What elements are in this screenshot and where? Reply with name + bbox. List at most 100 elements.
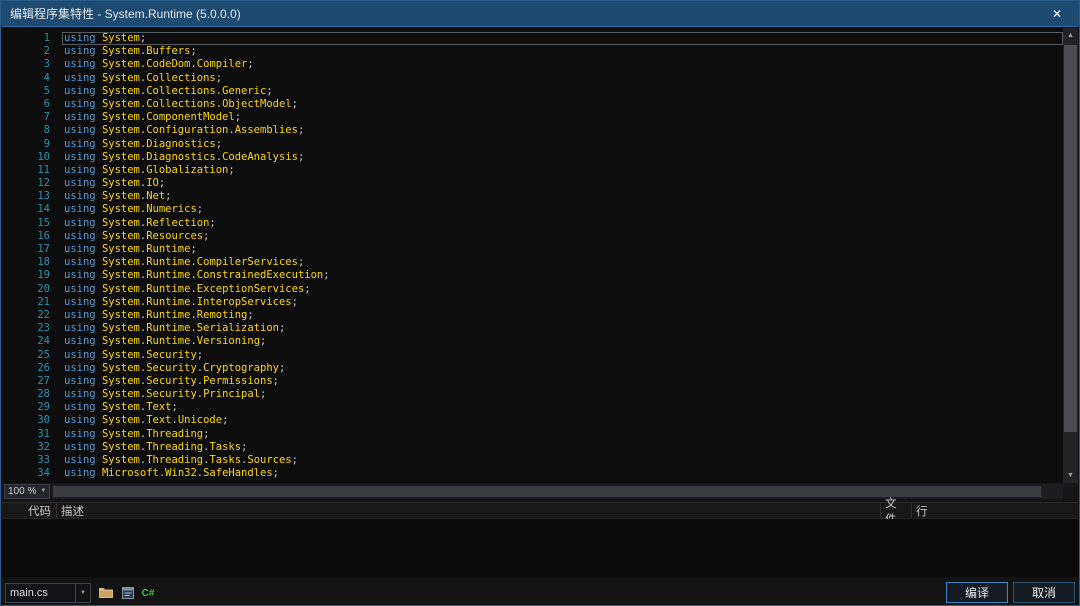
code-line-text[interactable]: using System.Runtime.InteropServices;: [62, 296, 1063, 309]
code-lines[interactable]: 1using System;2using System.Buffers;3usi…: [2, 28, 1063, 483]
chevron-down-icon[interactable]: ▼: [38, 488, 49, 494]
code-line[interactable]: 34using Microsoft.Win32.SafeHandles;: [2, 467, 1063, 480]
close-icon[interactable]: ✕: [1035, 1, 1079, 26]
code-line[interactable]: 19using System.Runtime.ConstrainedExecut…: [2, 269, 1063, 282]
code-line-text[interactable]: using System.Buffers;: [62, 45, 1063, 58]
code-line[interactable]: 16using System.Resources;: [2, 230, 1063, 243]
line-number: 25: [2, 349, 62, 362]
chevron-down-icon[interactable]: ▼: [75, 584, 90, 602]
line-number: 20: [2, 283, 62, 296]
line-number: 17: [2, 243, 62, 256]
code-line[interactable]: 29using System.Text;: [2, 401, 1063, 414]
vertical-scrollbar-track[interactable]: [1063, 43, 1078, 468]
code-line-text[interactable]: using System.Text;: [62, 401, 1063, 414]
document-icon[interactable]: [120, 585, 136, 601]
code-line-text[interactable]: using System.Threading;: [62, 428, 1063, 441]
cancel-button[interactable]: 取消: [1013, 582, 1075, 603]
code-line[interactable]: 17using System.Runtime;: [2, 243, 1063, 256]
line-number: 19: [2, 269, 62, 282]
code-line[interactable]: 32using System.Threading.Tasks;: [2, 441, 1063, 454]
code-line-text[interactable]: using System.Diagnostics.CodeAnalysis;: [62, 151, 1063, 164]
code-line[interactable]: 1using System;: [2, 32, 1063, 45]
code-line-text[interactable]: using System.Runtime.Remoting;: [62, 309, 1063, 322]
code-line-text[interactable]: using System.ComponentModel;: [62, 111, 1063, 124]
code-line-text[interactable]: using System.Runtime.Serialization;: [62, 322, 1063, 335]
code-line-text[interactable]: using System.Collections;: [62, 72, 1063, 85]
code-line-text[interactable]: using System.Threading.Tasks;: [62, 441, 1063, 454]
code-line-text[interactable]: using System.Runtime;: [62, 243, 1063, 256]
code-line[interactable]: 22using System.Runtime.Remoting;: [2, 309, 1063, 322]
code-line[interactable]: 21using System.Runtime.InteropServices;: [2, 296, 1063, 309]
code-line[interactable]: 7using System.ComponentModel;: [2, 111, 1063, 124]
compile-button[interactable]: 编译: [946, 582, 1008, 603]
titlebar[interactable]: 编辑程序集特性 - System.Runtime (5.0.0.0): [1, 1, 1079, 26]
error-list-body[interactable]: [2, 519, 1078, 577]
code-line-text[interactable]: using System.Runtime.ConstrainedExecutio…: [62, 269, 1063, 282]
line-number: 6: [2, 98, 62, 111]
code-line[interactable]: 31using System.Threading;: [2, 428, 1063, 441]
code-line-text[interactable]: using System;: [62, 32, 1063, 45]
code-line[interactable]: 30using System.Text.Unicode;: [2, 414, 1063, 427]
code-line[interactable]: 24using System.Runtime.Versioning;: [2, 335, 1063, 348]
code-line-text[interactable]: using System.Globalization;: [62, 164, 1063, 177]
code-line-text[interactable]: using Microsoft.Win32.SafeHandles;: [62, 467, 1063, 480]
code-editor[interactable]: 1using System;2using System.Buffers;3usi…: [2, 26, 1078, 483]
code-line[interactable]: 9using System.Diagnostics;: [2, 138, 1063, 151]
code-line[interactable]: 18using System.Runtime.CompilerServices;: [2, 256, 1063, 269]
code-line-text[interactable]: using System.Runtime.Versioning;: [62, 335, 1063, 348]
column-header-description[interactable]: 描述: [57, 503, 880, 519]
code-line-text[interactable]: using System.Runtime.ExceptionServices;: [62, 283, 1063, 296]
code-line[interactable]: 23using System.Runtime.Serialization;: [2, 322, 1063, 335]
code-line[interactable]: 27using System.Security.Permissions;: [2, 375, 1063, 388]
code-line-text[interactable]: using System.Collections.Generic;: [62, 85, 1063, 98]
code-line-text[interactable]: using System.Security.Cryptography;: [62, 362, 1063, 375]
code-line[interactable]: 20using System.Runtime.ExceptionServices…: [2, 283, 1063, 296]
code-line[interactable]: 14using System.Numerics;: [2, 203, 1063, 216]
line-number: 15: [2, 217, 62, 230]
scroll-up-icon[interactable]: ▲: [1063, 28, 1078, 43]
code-line[interactable]: 26using System.Security.Cryptography;: [2, 362, 1063, 375]
code-line-text[interactable]: using System.Threading.Tasks.Sources;: [62, 454, 1063, 467]
code-line-text[interactable]: using System.Collections.ObjectModel;: [62, 98, 1063, 111]
csharp-icon[interactable]: C#: [140, 585, 156, 601]
vertical-scrollbar-thumb[interactable]: [1064, 45, 1077, 432]
code-line-text[interactable]: using System.Security.Permissions;: [62, 375, 1063, 388]
code-line-text[interactable]: using System.Numerics;: [62, 203, 1063, 216]
code-line-text[interactable]: using System.Text.Unicode;: [62, 414, 1063, 427]
code-line-text[interactable]: using System.Reflection;: [62, 217, 1063, 230]
code-line-text[interactable]: using System.Resources;: [62, 230, 1063, 243]
code-line-text[interactable]: using System.Net;: [62, 190, 1063, 203]
file-select[interactable]: main.cs ▼: [5, 583, 91, 603]
code-line-text[interactable]: using System.Runtime.CompilerServices;: [62, 256, 1063, 269]
column-header-code[interactable]: 代码: [24, 503, 56, 519]
code-line[interactable]: 5using System.Collections.Generic;: [2, 85, 1063, 98]
line-number: 27: [2, 375, 62, 388]
vertical-scrollbar[interactable]: ▲ ▼: [1063, 28, 1078, 483]
code-line[interactable]: 33using System.Threading.Tasks.Sources;: [2, 454, 1063, 467]
scroll-down-icon[interactable]: ▼: [1063, 468, 1078, 483]
code-line[interactable]: 8using System.Configuration.Assemblies;: [2, 124, 1063, 137]
code-line-text[interactable]: using System.IO;: [62, 177, 1063, 190]
code-line[interactable]: 3using System.CodeDom.Compiler;: [2, 58, 1063, 71]
code-line-text[interactable]: using System.Security;: [62, 349, 1063, 362]
code-line-text[interactable]: using System.Diagnostics;: [62, 138, 1063, 151]
code-line-text[interactable]: using System.CodeDom.Compiler;: [62, 58, 1063, 71]
horizontal-scrollbar[interactable]: [52, 484, 1063, 499]
code-line[interactable]: 2using System.Buffers;: [2, 45, 1063, 58]
column-header-line[interactable]: 行: [912, 503, 1078, 519]
line-number: 33: [2, 454, 62, 467]
code-line[interactable]: 6using System.Collections.ObjectModel;: [2, 98, 1063, 111]
zoom-select[interactable]: 100 % ▼: [4, 484, 50, 499]
code-line[interactable]: 11using System.Globalization;: [2, 164, 1063, 177]
line-number: 4: [2, 72, 62, 85]
code-line[interactable]: 13using System.Net;: [2, 190, 1063, 203]
open-folder-icon[interactable]: [98, 585, 114, 601]
code-line[interactable]: 15using System.Reflection;: [2, 217, 1063, 230]
code-line[interactable]: 12using System.IO;: [2, 177, 1063, 190]
code-line[interactable]: 25using System.Security;: [2, 349, 1063, 362]
code-line-text[interactable]: using System.Security.Principal;: [62, 388, 1063, 401]
code-line[interactable]: 28using System.Security.Principal;: [2, 388, 1063, 401]
code-line[interactable]: 4using System.Collections;: [2, 72, 1063, 85]
code-line[interactable]: 10using System.Diagnostics.CodeAnalysis;: [2, 151, 1063, 164]
code-line-text[interactable]: using System.Configuration.Assemblies;: [62, 124, 1063, 137]
